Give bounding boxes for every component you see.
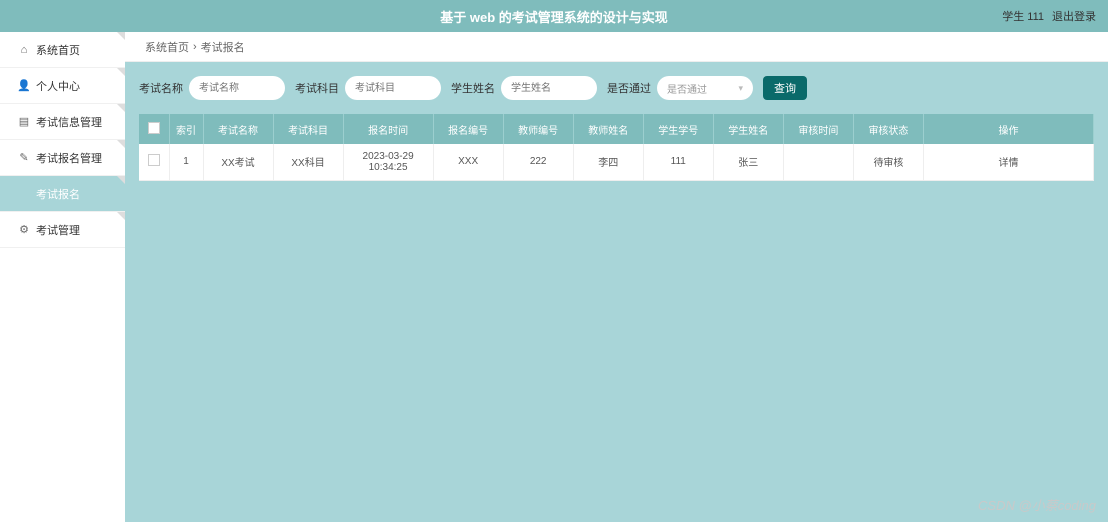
user-icon: 👤 xyxy=(18,80,30,92)
cell-sno: 111 xyxy=(643,144,713,180)
query-button[interactable]: 查询 xyxy=(763,76,807,100)
filter-pass-label: 是否通过 xyxy=(607,80,651,96)
table-header-row: 索引 考试名称 考试科目 报名时间 报名编号 教师编号 教师姓名 学生学号 学生… xyxy=(139,114,1094,144)
th-sname: 学生姓名 xyxy=(713,114,783,144)
cell-status: 待审核 xyxy=(853,144,923,180)
sidebar-item-profile[interactable]: 👤 个人中心 xyxy=(0,68,125,104)
chevron-down-icon: ▾ xyxy=(738,83,743,94)
th-time: 报名时间 xyxy=(343,114,433,144)
logout-link[interactable]: 退出登录 xyxy=(1052,8,1096,24)
sidebar-item-enroll-mgmt[interactable]: ✎ 考试报名管理 xyxy=(0,140,125,176)
filter-pass-placeholder: 是否通过 xyxy=(667,81,707,96)
sidebar-item-label: 考试报名 xyxy=(36,186,80,202)
list-icon: ▤ xyxy=(18,116,30,128)
cell-subject: XX科目 xyxy=(273,144,343,180)
cell-tname: 李四 xyxy=(573,144,643,180)
filter-subject-input[interactable] xyxy=(345,76,441,100)
sidebar-item-label: 系统首页 xyxy=(36,42,80,58)
user-area: 学生 111 退出登录 xyxy=(1002,8,1096,24)
sidebar-item-label: 考试报名管理 xyxy=(36,150,102,166)
sidebar-item-label: 考试信息管理 xyxy=(36,114,102,130)
cell-time: 2023-03-29 10:34:25 xyxy=(343,144,433,180)
sidebar-item-exam-mgmt[interactable]: ⚙ 考试管理 xyxy=(0,212,125,248)
sidebar-item-label: 个人中心 xyxy=(36,78,80,94)
row-checkbox[interactable] xyxy=(148,154,160,166)
detail-link[interactable]: 详情 xyxy=(999,158,1019,169)
th-tno: 教师编号 xyxy=(503,114,573,144)
th-status: 审核状态 xyxy=(853,114,923,144)
table-row: 1 XX考试 XX科目 2023-03-29 10:34:25 XXX 222 … xyxy=(139,144,1094,180)
th-code: 报名编号 xyxy=(433,114,503,144)
edit-icon: ✎ xyxy=(18,152,30,164)
cell-tno: 222 xyxy=(503,144,573,180)
th-tname: 教师姓名 xyxy=(573,114,643,144)
th-sno: 学生学号 xyxy=(643,114,713,144)
sidebar-item-enroll[interactable]: 考试报名 xyxy=(0,176,125,212)
current-user[interactable]: 学生 111 xyxy=(1002,8,1044,24)
cell-sname: 张三 xyxy=(713,144,783,180)
filter-pass-select[interactable]: 是否通过 ▾ xyxy=(657,76,753,100)
sidebar-item-home[interactable]: ⌂ 系统首页 xyxy=(0,32,125,68)
cell-index: 1 xyxy=(169,144,203,180)
th-exam: 考试名称 xyxy=(203,114,273,144)
cell-exam: XX考试 xyxy=(203,144,273,180)
app-title: 基于 web 的考试管理系统的设计与实现 xyxy=(0,7,1108,26)
gear-icon: ⚙ xyxy=(18,224,30,236)
breadcrumb: 系统首页 › 考试报名 xyxy=(125,32,1108,62)
filter-subject-label: 考试科目 xyxy=(295,80,339,96)
breadcrumb-current: 考试报名 xyxy=(201,39,245,55)
th-atime: 审核时间 xyxy=(783,114,853,144)
cell-code: XXX xyxy=(433,144,503,180)
filter-name-input[interactable] xyxy=(189,76,285,100)
checkbox-all[interactable] xyxy=(148,122,160,134)
filter-student-label: 学生姓名 xyxy=(451,80,495,96)
breadcrumb-home[interactable]: 系统首页 xyxy=(145,39,189,55)
cell-atime xyxy=(783,144,853,180)
home-icon: ⌂ xyxy=(18,44,30,56)
th-op: 操作 xyxy=(924,114,1094,144)
watermark: CSDN @小蔡coding xyxy=(978,495,1096,514)
results-table: 索引 考试名称 考试科目 报名时间 报名编号 教师编号 教师姓名 学生学号 学生… xyxy=(139,114,1094,181)
filter-name-label: 考试名称 xyxy=(139,80,183,96)
th-index: 索引 xyxy=(169,114,203,144)
sidebar: ⌂ 系统首页 👤 个人中心 ▤ 考试信息管理 ✎ 考试报名管理 考试报名 ⚙ 考… xyxy=(0,32,125,522)
sidebar-item-label: 考试管理 xyxy=(36,222,80,238)
breadcrumb-sep: › xyxy=(193,41,197,53)
sidebar-item-exam-info[interactable]: ▤ 考试信息管理 xyxy=(0,104,125,140)
filter-bar: 考试名称 考试科目 学生姓名 是否通过 是否通过 ▾ xyxy=(139,76,1094,100)
app-header: 基于 web 的考试管理系统的设计与实现 学生 111 退出登录 xyxy=(0,0,1108,32)
filter-student-input[interactable] xyxy=(501,76,597,100)
th-subject: 考试科目 xyxy=(273,114,343,144)
content-panel: 考试名称 考试科目 学生姓名 是否通过 是否通过 ▾ xyxy=(125,62,1108,522)
